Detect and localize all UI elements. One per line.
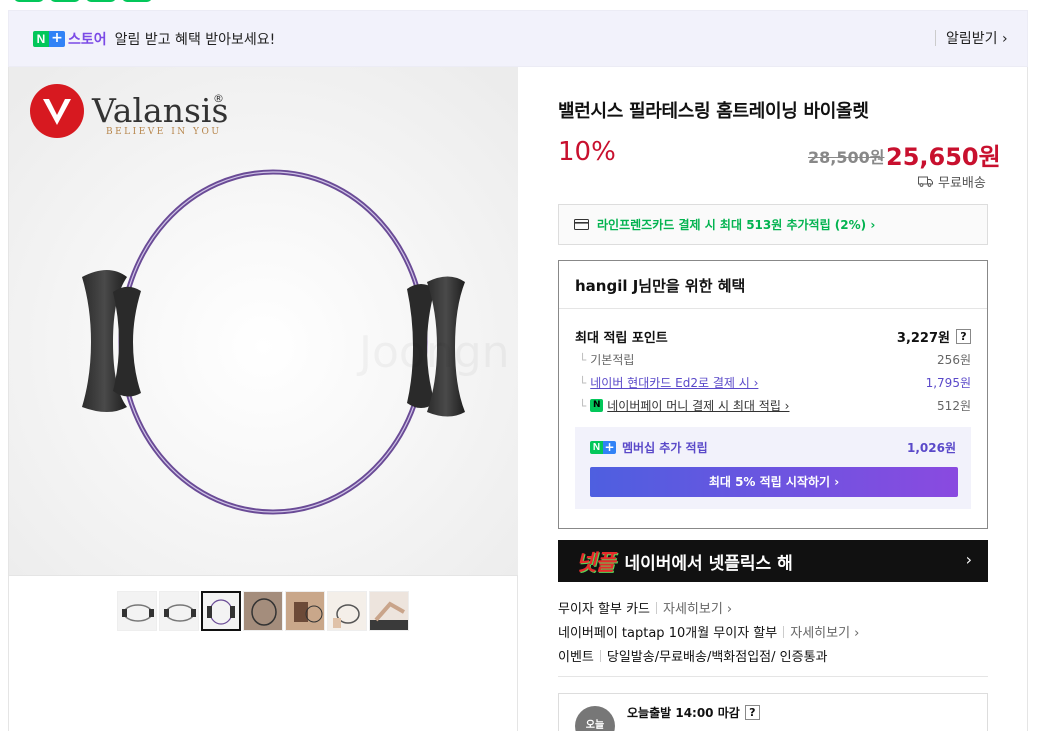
membership-row: N + 멤버십 추가 적립 1,026원 [590,439,956,456]
taptap-label: 네이버페이 taptap 10개월 무이자 할부 [558,626,778,641]
brand-slogan: BELIEVE IN YOU [106,127,221,137]
product-info: 밸런시스 필라테스링 홈트레이닝 바이올렛 10% 28,500원 25,650… [518,67,1028,731]
thumbnail-strip [117,591,409,631]
divider [656,601,657,614]
store-label: 스토어 [68,31,107,48]
shipping-label: 무료배송 [938,176,986,191]
card-promo-link[interactable]: 라인프렌즈카드 결제 시 최대 513원 추가적립 (2%) › [558,204,988,245]
event-text: 당일발송/무료배송/백화점입점/ 인증통과 [606,650,828,665]
membership-value: 1,026원 [907,441,956,455]
naver-n-icon: N [33,30,49,47]
brand-name: Valansis [91,91,228,130]
taptap-info: 네이버페이 taptap 10개월 무이자 할부 자세히보기 › [558,622,859,641]
thumbnail-4[interactable] [243,591,283,631]
points-row-value: 1,795원 [925,376,971,390]
help-icon[interactable]: ? [956,329,971,344]
divider [9,575,518,576]
thumbnail-5[interactable] [285,591,325,631]
netflix-ad-banner[interactable]: 넷플 네이버에서 넷플릭스 해 › [558,540,988,582]
max-points-value: 3,227원 [896,331,950,346]
points-row-basic: └ 기본적립 256원 [579,352,971,368]
points-row-npay-money: └ N 네이버페이 머니 결제 시 최대 적립 › 512원 [579,397,971,414]
points-row-hyundai-card: └ 네이버 현대카드 Ed2로 결제 시 › 1,795원 [579,374,971,391]
alarm-subscribe-button[interactable]: 알림받기 › [946,28,1008,48]
divider [935,30,936,46]
max-points-row: 최대 적립 포인트 3,227원 ? [575,327,971,346]
thumbnail-2[interactable] [159,591,199,631]
taptap-more-link[interactable]: 자세히보기 › [790,622,859,641]
chevron-right-icon: › [1001,31,1008,47]
naver-plus-icon: N + [590,441,616,454]
shipping-info: 무료배송 [918,172,986,191]
store-notification-banner: N + 스토어 알림 받고 혜택 받아보세요! 알림받기 › [8,10,1028,67]
shipping-deadline-text: 오늘출발 14:00 마감 [627,706,740,720]
today-shipping-box: 오늘 오늘출발 14:00 마감 ? [558,693,988,731]
event-info: 이벤트 당일발송/무료배송/백화점입점/ 인증통과 [558,646,827,665]
shipping-deadline: 오늘출발 14:00 마감 ? [627,704,760,721]
main-product-image[interactable]: Valansis ® BELIEVE IN YOU Joongn [9,67,518,575]
registered-mark: ® [213,92,224,105]
personal-benefit-panel: hangil J님만을 위한 혜택 최대 적립 포인트 3,227원 ? └ 기본… [558,260,988,529]
plus-icon: + [49,30,65,47]
naver-pay-icon: N [590,399,604,412]
membership-box: N + 멤버십 추가 적립 1,026원 최대 5% 적립 시작하기 › [575,427,971,509]
divider [783,625,785,638]
membership-label: 멤버십 추가 적립 [622,441,708,455]
membership-start-button[interactable]: 최대 5% 적립 시작하기 › [590,467,958,497]
max-points-label: 최대 적립 포인트 [575,331,668,346]
alarm-button-label: 알림받기 [946,31,998,47]
sale-price: 25,650원 [886,143,1001,171]
installment-more-link[interactable]: 자세히보기 › [663,598,732,617]
truck-icon [918,176,933,187]
points-row-value: 512원 [937,399,971,413]
valansis-logo: Valansis ® BELIEVE IN YOU [30,84,228,138]
product-title: 밸런시스 필라테스링 홈트레이닝 바이올렛 [558,101,869,122]
points-row-value: 256원 [937,353,971,367]
installment-label: 무이자 할부 카드 [558,602,650,617]
discount-rate: 10% [558,137,616,167]
event-label: 이벤트 [558,650,594,665]
points-row-label: 기본적립 [590,353,635,367]
thumbnail-1[interactable] [117,591,157,631]
thumbnail-7[interactable] [369,591,409,631]
credit-card-icon [574,219,589,230]
chevron-right-icon: › [965,550,972,569]
product-gallery: Valansis ® BELIEVE IN YOU Joongn [8,67,518,731]
today-delivery-icon: 오늘 [575,706,615,731]
installment-info: 무이자 할부 카드 자세히보기 › [558,598,732,617]
npay-money-link[interactable]: 네이버페이 머니 결제 시 최대 적립 › [607,397,789,414]
original-price: 28,500원 [808,148,885,167]
banner-message: 알림 받고 혜택 받아보세요! [114,31,276,48]
thumbnail-6[interactable] [327,591,367,631]
help-icon[interactable]: ? [744,705,760,720]
card-promo-text: 라인프렌즈카드 결제 시 최대 513원 추가적립 (2%) › [597,218,876,232]
naver-plus-badge: N + [33,30,65,47]
divider [558,676,988,677]
top-nav-remnant [14,0,152,2]
netflix-logo-icon: 넷플 [576,551,615,576]
hyundai-card-link[interactable]: 네이버 현대카드 Ed2로 결제 시 › [590,374,758,391]
ad-text: 네이버에서 넷플릭스 해 [624,553,793,574]
divider [599,649,601,662]
thumbnail-3[interactable] [201,591,241,631]
watermark: Joongn [356,327,510,378]
benefit-header: hangil J님만을 위한 혜택 [559,261,987,309]
